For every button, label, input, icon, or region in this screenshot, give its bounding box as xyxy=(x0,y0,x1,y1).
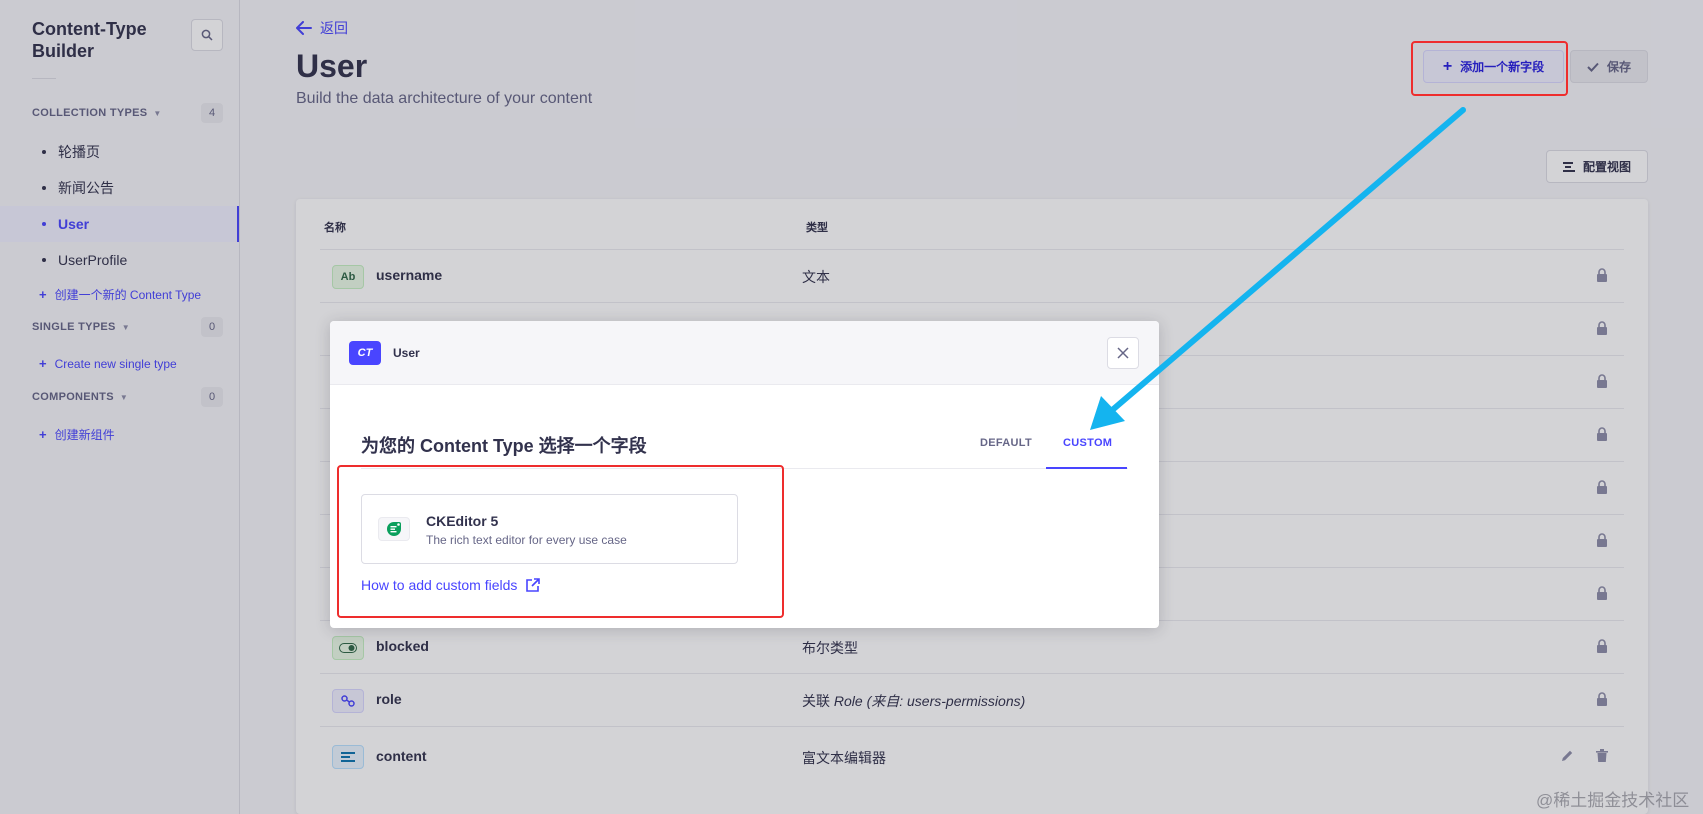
modal-header-title: User xyxy=(393,346,420,360)
modal-header: CT User xyxy=(330,321,1159,385)
tab-active-indicator xyxy=(1046,467,1127,469)
content-type-badge: CT xyxy=(349,341,381,365)
tab-default[interactable]: DEFAULT xyxy=(980,437,1032,449)
annotation-highlight-custom-field xyxy=(337,465,784,618)
modal-heading: 为您的 Content Type 选择一个字段 xyxy=(361,436,647,456)
modal-close-button[interactable] xyxy=(1107,337,1139,369)
watermark: @稀土掘金技术社区 xyxy=(1536,791,1690,810)
annotation-highlight-add-field xyxy=(1411,41,1568,96)
tab-custom[interactable]: CUSTOM xyxy=(1063,437,1112,449)
close-icon xyxy=(1117,347,1129,359)
